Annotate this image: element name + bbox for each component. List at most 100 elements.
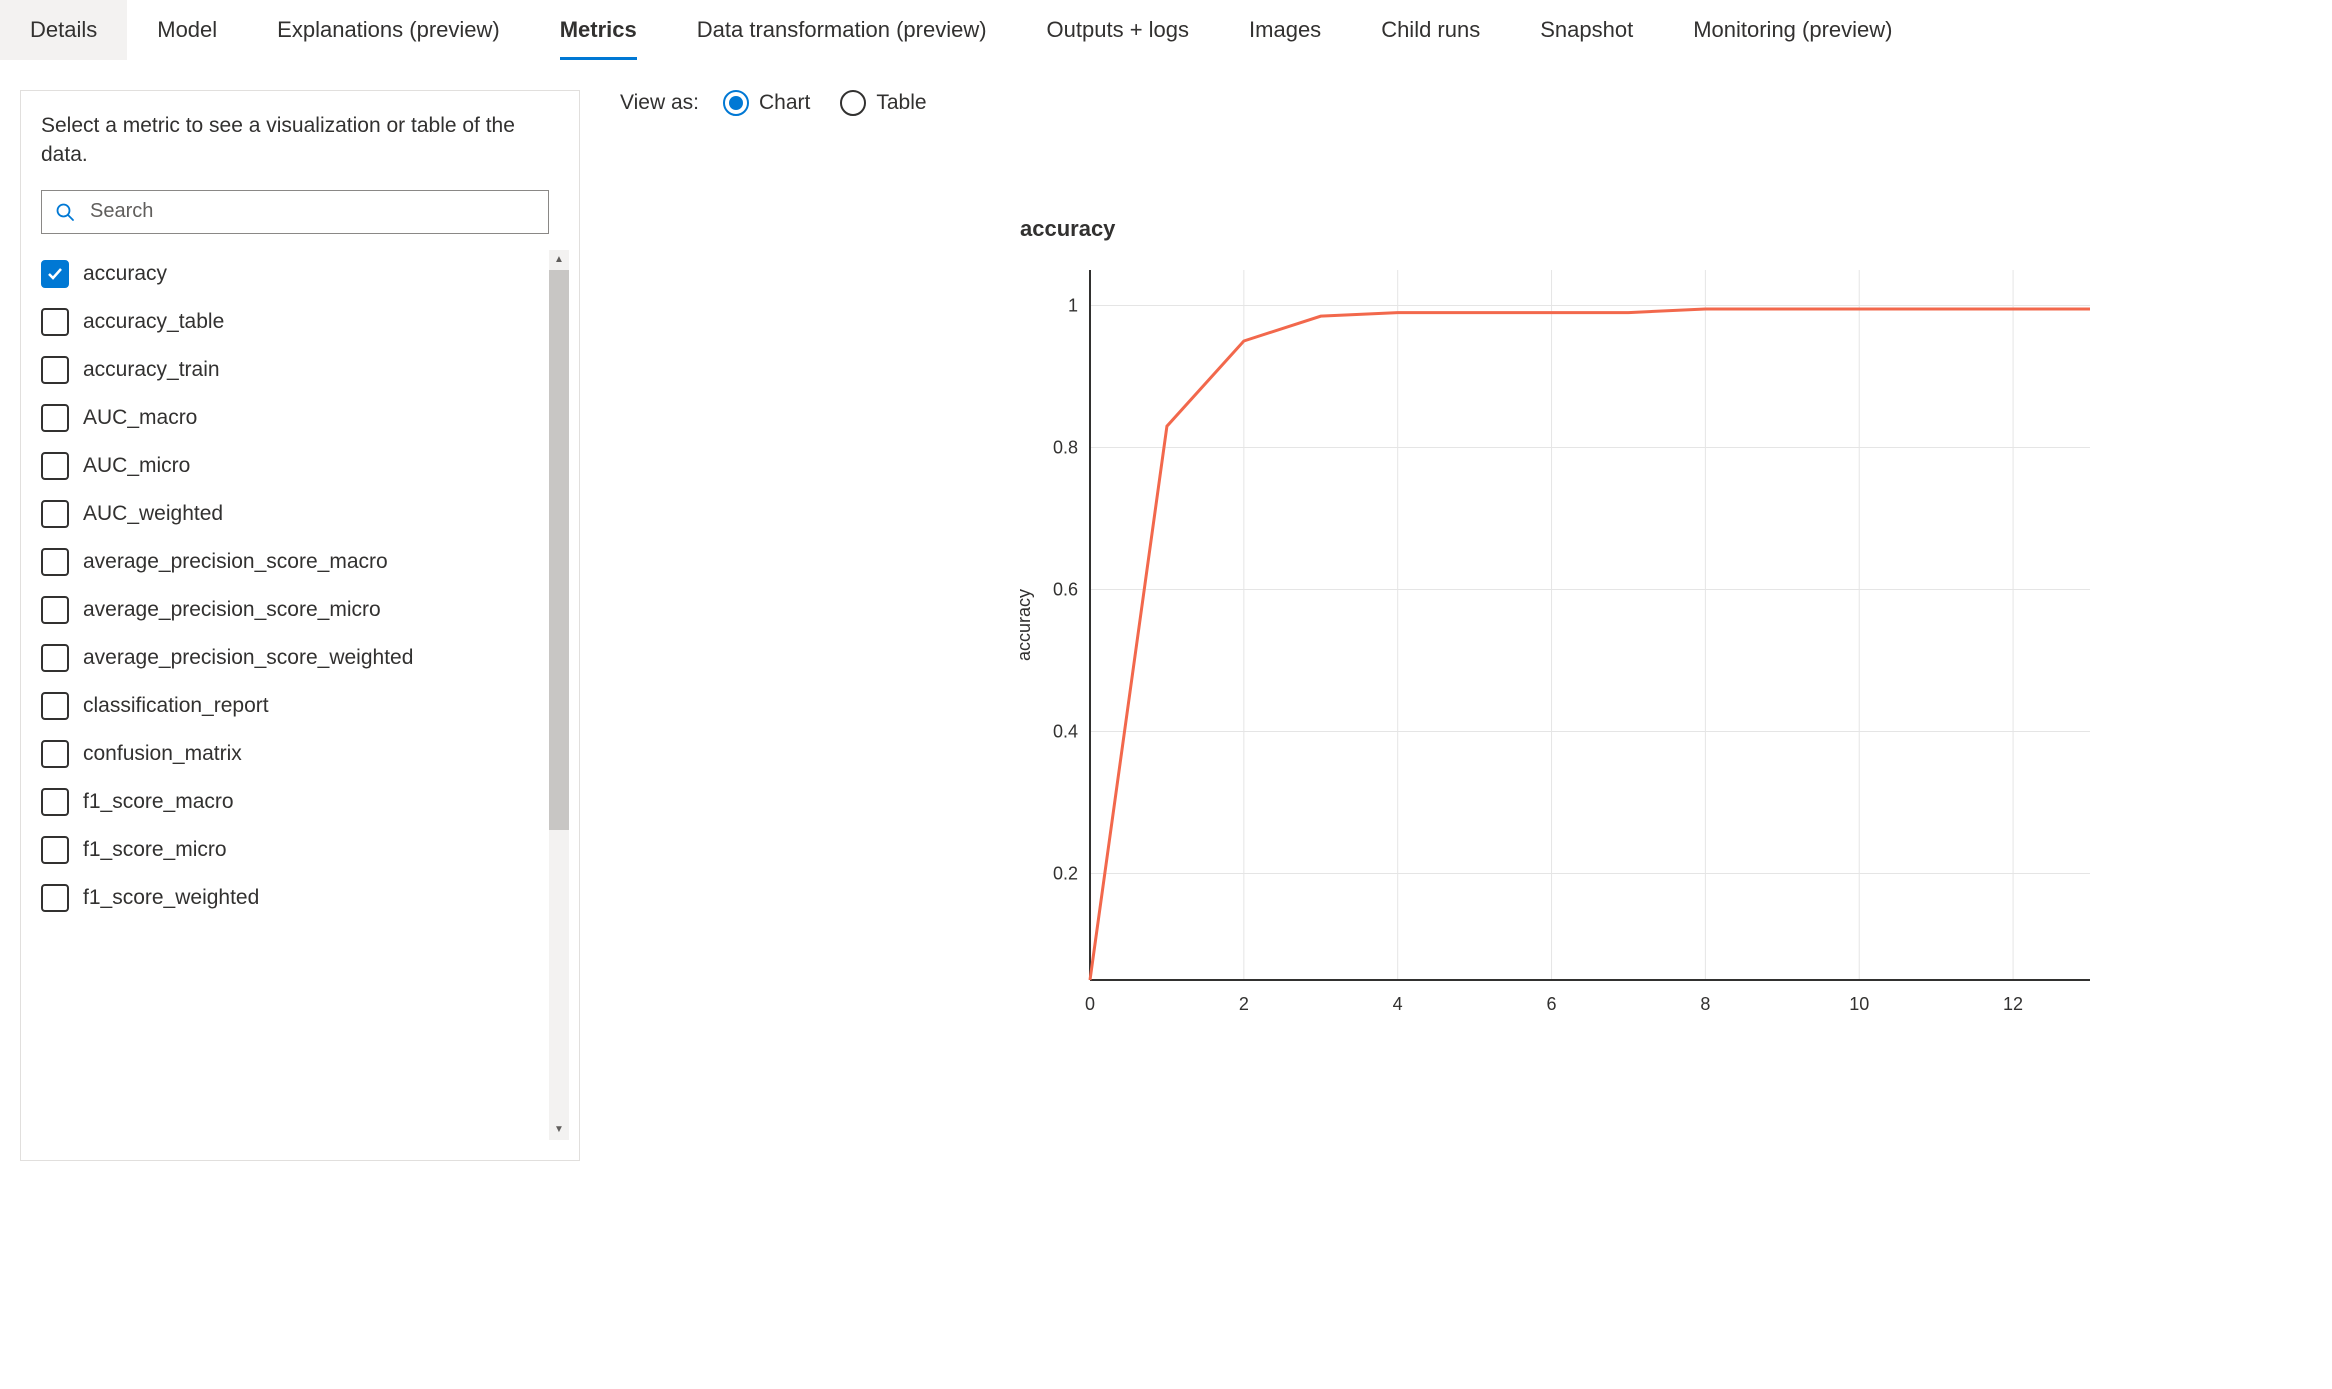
- checkbox[interactable]: [41, 596, 69, 624]
- tab-explanations-preview-[interactable]: Explanations (preview): [247, 0, 530, 60]
- tab-metrics[interactable]: Metrics: [530, 0, 667, 60]
- scrollbar-thumb[interactable]: [549, 270, 569, 830]
- tab-snapshot[interactable]: Snapshot: [1510, 0, 1663, 60]
- accuracy-line-chart: 0 2 4 6 8 10 12 0.2 0.4 0.6 0.8 1 accuracy: [1000, 260, 2100, 1040]
- checkbox[interactable]: [41, 356, 69, 384]
- radio-circle[interactable]: [723, 90, 749, 116]
- metric-label: accuracy_table: [83, 310, 224, 334]
- tab-label: Outputs + logs: [1047, 17, 1189, 43]
- metric-item-AUC_macro[interactable]: AUC_macro: [41, 394, 569, 442]
- radio-circle[interactable]: [840, 90, 866, 116]
- view-as-row: View as: Chart Table: [620, 90, 2312, 116]
- metric-label: f1_score_micro: [83, 838, 227, 862]
- metric-item-f1_score_micro[interactable]: f1_score_micro: [41, 826, 569, 874]
- checkbox[interactable]: [41, 644, 69, 672]
- scroll-up-icon[interactable]: ▲: [549, 250, 569, 270]
- search-icon: [55, 202, 75, 222]
- checkbox[interactable]: [41, 740, 69, 768]
- tab-label: Child runs: [1381, 17, 1480, 43]
- metric-item-classification_report[interactable]: classification_report: [41, 682, 569, 730]
- metric-label: average_precision_score_micro: [83, 598, 381, 622]
- checkbox[interactable]: [41, 260, 69, 288]
- checkbox[interactable]: [41, 788, 69, 816]
- metrics-list-wrap: accuracy accuracy_table accuracy_train AUC_…: [41, 250, 569, 1140]
- x-tick-label: 6: [1547, 994, 1557, 1014]
- chart-container: accuracy 0 2 4 6 8 10 12 0.2 0.4 0.6 0.8 1 accuracy: [1000, 216, 2312, 1040]
- x-tick-label: 12: [2003, 994, 2023, 1014]
- metric-item-AUC_micro[interactable]: AUC_micro: [41, 442, 569, 490]
- tab-outputs-logs[interactable]: Outputs + logs: [1017, 0, 1219, 60]
- view-as-label: View as:: [620, 91, 699, 115]
- metric-label: f1_score_weighted: [83, 886, 259, 910]
- metric-label: f1_score_macro: [83, 790, 234, 814]
- tab-model[interactable]: Model: [127, 0, 247, 60]
- tab-label: Monitoring (preview): [1693, 17, 1892, 43]
- y-tick-label: 0.4: [1053, 722, 1078, 742]
- search-input[interactable]: [41, 190, 549, 234]
- x-tick-label: 0: [1085, 994, 1095, 1014]
- metric-item-f1_score_macro[interactable]: f1_score_macro: [41, 778, 569, 826]
- tab-images[interactable]: Images: [1219, 0, 1351, 60]
- metric-label: accuracy: [83, 262, 167, 286]
- checkbox[interactable]: [41, 452, 69, 480]
- x-tick-label: 2: [1239, 994, 1249, 1014]
- checkbox[interactable]: [41, 500, 69, 528]
- metrics-list: accuracy accuracy_table accuracy_train AUC_…: [41, 250, 569, 922]
- search-wrap: [41, 190, 549, 234]
- checkbox[interactable]: [41, 884, 69, 912]
- tab-label: Explanations (preview): [277, 17, 500, 43]
- tab-label: Snapshot: [1540, 17, 1633, 43]
- y-tick-label: 1: [1068, 296, 1078, 316]
- metric-item-confusion_matrix[interactable]: confusion_matrix: [41, 730, 569, 778]
- checkbox[interactable]: [41, 404, 69, 432]
- metric-item-average_precision_score_micro[interactable]: average_precision_score_micro: [41, 586, 569, 634]
- chart-title: accuracy: [1020, 216, 2312, 242]
- metric-label: classification_report: [83, 694, 269, 718]
- right-area: View as: Chart Table accuracy 0 2 4 6 8 10 12 0.…: [620, 90, 2312, 1161]
- x-tick-label: 10: [1849, 994, 1869, 1014]
- y-tick-label: 0.6: [1053, 580, 1078, 600]
- metric-label: AUC_macro: [83, 406, 197, 430]
- radio-chart[interactable]: Chart: [723, 90, 810, 116]
- metric-item-accuracy_table[interactable]: accuracy_table: [41, 298, 569, 346]
- panel-description: Select a metric to see a visualization o…: [41, 111, 569, 170]
- x-tick-label: 4: [1393, 994, 1403, 1014]
- data-line-accuracy: [1090, 309, 2090, 980]
- tabs-bar: Details Model Explanations (preview) Metric…: [0, 0, 2332, 60]
- metric-label: AUC_micro: [83, 454, 190, 478]
- metric-item-AUC_weighted[interactable]: AUC_weighted: [41, 490, 569, 538]
- radio-table[interactable]: Table: [840, 90, 926, 116]
- checkbox[interactable]: [41, 836, 69, 864]
- tab-label: Images: [1249, 17, 1321, 43]
- checkbox[interactable]: [41, 308, 69, 336]
- metric-item-average_precision_score_weighted[interactable]: average_precision_score_weighted: [41, 634, 569, 682]
- tab-label: Details: [30, 17, 97, 43]
- metrics-side-panel: Select a metric to see a visualization o…: [20, 90, 580, 1161]
- tab-monitoring-preview-[interactable]: Monitoring (preview): [1663, 0, 1922, 60]
- tab-label: Model: [157, 17, 217, 43]
- scrollbar[interactable]: ▲ ▼: [549, 250, 569, 1140]
- metric-item-accuracy[interactable]: accuracy: [41, 250, 569, 298]
- main-content: Select a metric to see a visualization o…: [0, 60, 2332, 1161]
- y-tick-label: 0.2: [1053, 864, 1078, 884]
- radio-label: Table: [876, 91, 926, 115]
- metric-item-accuracy_train[interactable]: accuracy_train: [41, 346, 569, 394]
- tab-child-runs[interactable]: Child runs: [1351, 0, 1510, 60]
- scroll-down-icon[interactable]: ▼: [549, 1120, 569, 1140]
- metric-item-average_precision_score_macro[interactable]: average_precision_score_macro: [41, 538, 569, 586]
- checkbox[interactable]: [41, 548, 69, 576]
- y-axis-title: accuracy: [1014, 589, 1034, 661]
- metric-label: average_precision_score_macro: [83, 550, 388, 574]
- view-as-radios: Chart Table: [723, 90, 927, 116]
- metric-label: accuracy_train: [83, 358, 220, 382]
- tab-label: Metrics: [560, 17, 637, 43]
- tab-details[interactable]: Details: [0, 0, 127, 60]
- radio-label: Chart: [759, 91, 810, 115]
- tab-label: Data transformation (preview): [697, 17, 987, 43]
- tab-data-transformation-preview-[interactable]: Data transformation (preview): [667, 0, 1017, 60]
- radio-dot-icon: [729, 96, 743, 110]
- x-tick-label: 8: [1700, 994, 1710, 1014]
- y-tick-label: 0.8: [1053, 438, 1078, 458]
- checkbox[interactable]: [41, 692, 69, 720]
- metric-item-f1_score_weighted[interactable]: f1_score_weighted: [41, 874, 569, 922]
